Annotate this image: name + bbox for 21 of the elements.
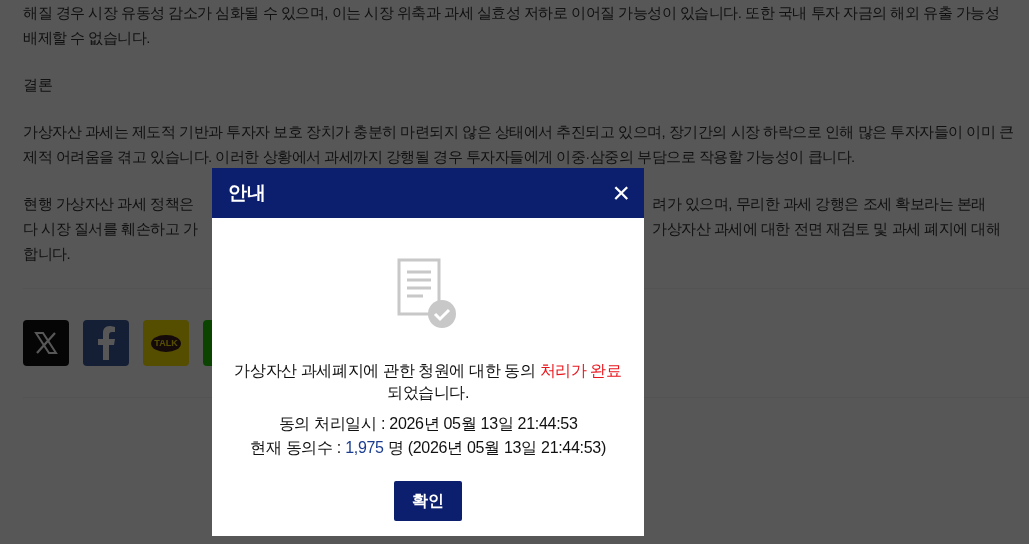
processed-time-text: 동의 처리일시 : 2026년 05월 13일 21:44:53 [277, 414, 579, 434]
text-line: 결론 [23, 75, 52, 95]
dialog-title: 안내 [228, 180, 266, 205]
text-line: 합니다. [23, 244, 71, 264]
share-button[interactable] [83, 320, 129, 366]
text-line: 가상자산 과세는 제도적 기반과 투자자 보호 장치가 충분히 마련되지 않은 상태에서 추진되고 있으며, 장기간의 시장 하락으로 인해 많은 투자자들이 이미 큰 [23, 122, 1014, 142]
dialog-message: 가상자산 과세폐지에 관한 청원에 대한 동의 처리가 완료 되었습니다. [233, 361, 623, 403]
document-check-icon [397, 258, 459, 330]
text-line: 가상자산 과세에 대한 전면 재검토 및 과세 폐지에 대해 [652, 219, 1001, 239]
share-button[interactable] [23, 320, 69, 366]
x-logo-icon [33, 330, 59, 356]
text-line: 현행 가상자산 과세 정책은 [23, 194, 195, 214]
text-line: 다 시장 질서를 훼손하고 가 [23, 219, 199, 239]
agree-count-text: 현재 동의수 : 1,975 명 (2026년 05월 13일 21:44:53) [250, 438, 606, 458]
close-button[interactable]: × [608, 178, 634, 208]
text-line: 해질 경우 시장 유동성 감소가 심화될 수 있으며, 이는 시장 위축과 과세 실효성 저하로 이어질 가능성이 있습니다. 또한 국내 투자 자금의 해외 유출 가능성 [23, 3, 1000, 23]
text-line: 배제할 수 없습니다. [23, 28, 150, 48]
text-line: 려가 있으며, 무리한 과세 강행은 조세 확보라는 본래 [652, 194, 986, 214]
facebook-f-icon [96, 326, 116, 360]
text-line: 제적 어려움을 겪고 있습니다. 이러한 상황에서 과세까지 강행될 경우 투자자들에게 이중·삼중의 부담으로 작용할 가능성이 큽니다. [23, 147, 855, 167]
confirm-button[interactable]: 확인 [394, 481, 462, 521]
